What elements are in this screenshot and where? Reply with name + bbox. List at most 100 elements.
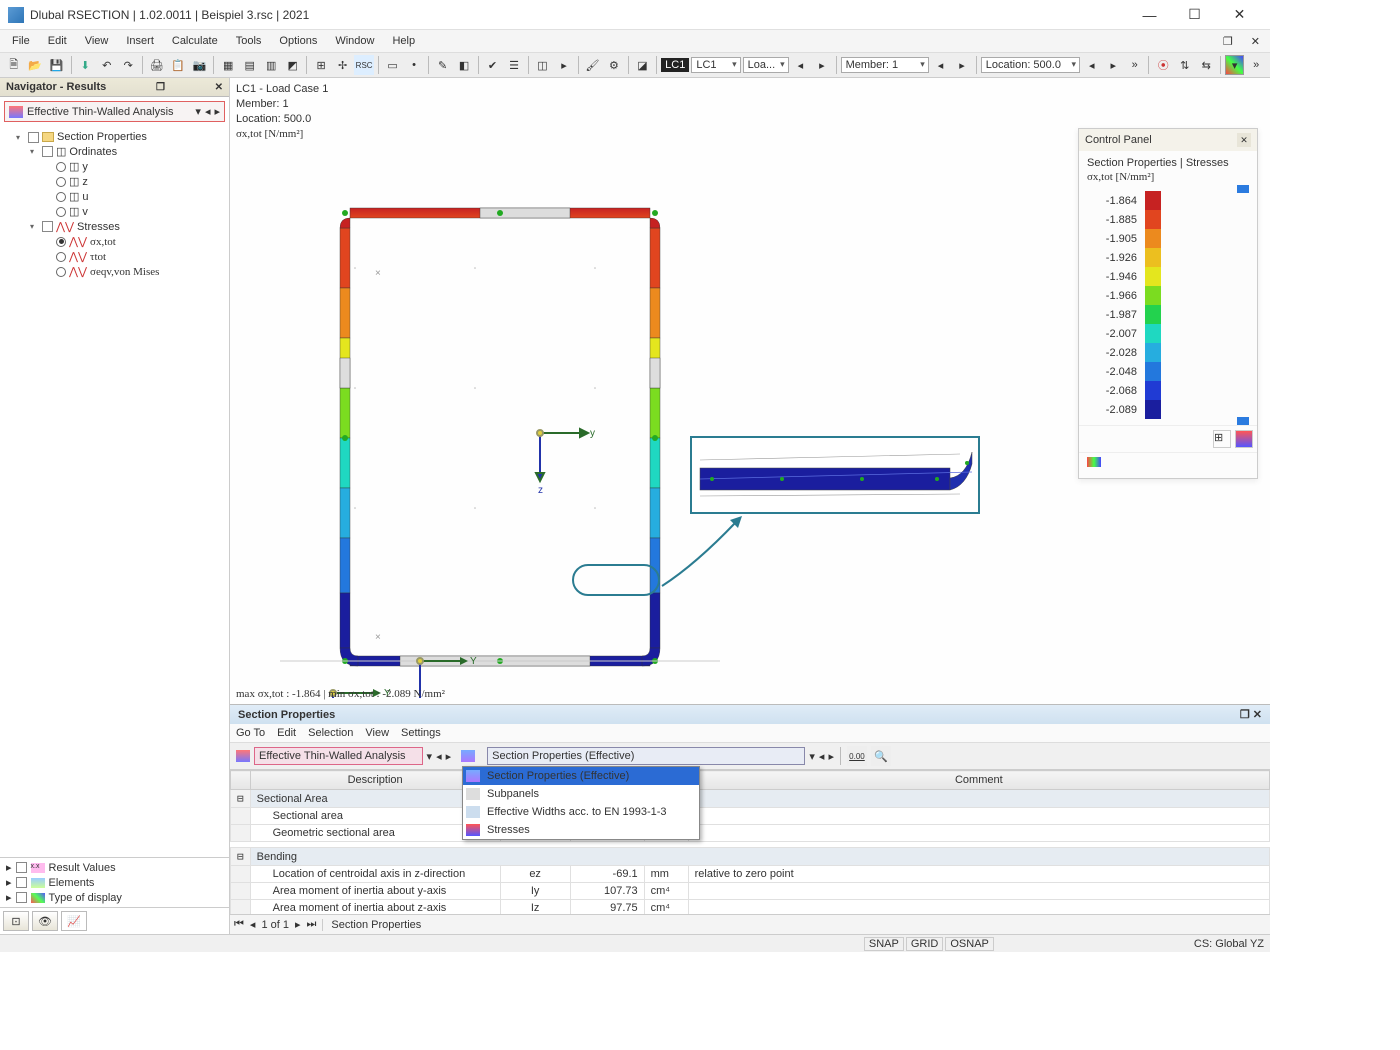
preview-icon[interactable]: 📋: [168, 55, 188, 75]
menu-help[interactable]: Help: [384, 33, 423, 49]
axis-icon[interactable]: ✢: [333, 55, 353, 75]
tree-elements[interactable]: ▸ Elements: [2, 875, 227, 890]
status-snap[interactable]: SNAP: [864, 937, 904, 951]
menu-edit[interactable]: Edit: [40, 33, 75, 49]
bp-filter-icon[interactable]: 🔍: [871, 746, 891, 766]
tree-stresses[interactable]: ⋀⋁Stresses: [30, 219, 227, 234]
tree-ordinates[interactable]: ◫Ordinates: [30, 144, 227, 159]
tree-sigma-vm[interactable]: ⋀⋁σeqv,von Mises: [44, 264, 227, 279]
prop-value[interactable]: 97.75: [570, 900, 644, 915]
bottom-close-icon[interactable]: ✕: [1253, 708, 1262, 721]
tree-ord-z[interactable]: ◫z: [44, 174, 227, 189]
selector-next-button[interactable]: ▸: [214, 105, 220, 118]
tree-sigma-xtot[interactable]: ⋀⋁σx,tot: [44, 234, 227, 249]
dd-item-subpanels[interactable]: Subpanels: [463, 785, 699, 803]
bp-menu-goto[interactable]: Go To: [236, 727, 265, 739]
toolbar-more-button[interactable]: »: [1246, 55, 1266, 75]
close-panel-icon[interactable]: ✕: [215, 82, 223, 93]
member-prev-button[interactable]: ◂: [931, 55, 951, 75]
selector-dropdown-icon[interactable]: ▾: [195, 105, 201, 118]
view2-icon[interactable]: ▤: [240, 55, 260, 75]
bp-menu-edit[interactable]: Edit: [277, 727, 296, 739]
results-icon[interactable]: ◪: [633, 55, 653, 75]
minimize-button[interactable]: —: [1127, 1, 1172, 29]
menu-file[interactable]: File: [4, 33, 38, 49]
chain-icon[interactable]: ⇅: [1175, 55, 1195, 75]
view1-icon[interactable]: ▦: [218, 55, 238, 75]
legend-min-marker[interactable]: [1237, 417, 1249, 425]
tag-icon[interactable]: ▸: [554, 55, 574, 75]
bp-sel2-next[interactable]: ▸: [828, 750, 834, 763]
status-grid[interactable]: GRID: [906, 937, 944, 951]
selector-prev-button[interactable]: ◂: [205, 105, 211, 118]
bp-decimal-icon[interactable]: 0.00: [847, 746, 867, 766]
element-icon[interactable]: ▭: [383, 55, 403, 75]
snapshot-icon[interactable]: 📷: [190, 55, 210, 75]
bp-analysis-select[interactable]: Effective Thin-Walled Analysis: [254, 747, 423, 765]
dd-item-effwidths[interactable]: Effective Widths acc. to EN 1993-1-3: [463, 803, 699, 821]
pager-next[interactable]: ▸: [295, 918, 301, 931]
loc-more-button[interactable]: »: [1125, 55, 1145, 75]
color-icon[interactable]: ◧: [454, 55, 474, 75]
palette-icon[interactable]: ▾: [1225, 55, 1245, 75]
col-comment[interactable]: Comment: [688, 771, 1269, 790]
menu-insert[interactable]: Insert: [118, 33, 162, 49]
loc-next-button[interactable]: ▸: [1103, 55, 1123, 75]
redo-icon[interactable]: ↷: [118, 55, 138, 75]
undo-icon[interactable]: ↶: [97, 55, 117, 75]
print-icon[interactable]: 🖨: [147, 55, 167, 75]
bp-menu-selection[interactable]: Selection: [308, 727, 353, 739]
dd-item-stresses[interactable]: Stresses: [463, 821, 699, 839]
nav-tab-3[interactable]: 📈: [61, 911, 87, 931]
close-doc-button[interactable]: ✕: [1243, 33, 1268, 50]
bottom-tab[interactable]: Section Properties: [322, 919, 421, 931]
wand-icon[interactable]: ✎: [433, 55, 453, 75]
grid-icon[interactable]: ⊞: [311, 55, 331, 75]
tree-section-properties[interactable]: Section Properties: [16, 130, 227, 144]
nav-tab-2[interactable]: 👁: [32, 911, 58, 931]
menu-view[interactable]: View: [77, 33, 117, 49]
close-button[interactable]: ✕: [1217, 1, 1262, 29]
menu-tools[interactable]: Tools: [228, 33, 270, 49]
cloud-icon[interactable]: ⬇: [75, 55, 95, 75]
bp-menu-view[interactable]: View: [365, 727, 389, 739]
rsc-icon[interactable]: RSC: [354, 55, 374, 75]
tree-result-values[interactable]: ▸ x.x Result Values: [2, 860, 227, 875]
group-toggle[interactable]: ⊟: [231, 848, 251, 866]
brush-icon[interactable]: 🖌: [583, 55, 603, 75]
group-toggle[interactable]: ⊟: [231, 790, 251, 808]
lc-prev-button[interactable]: ◂: [791, 55, 811, 75]
section-canvas[interactable]: LC1 - Load Case 1 Member: 1 Location: 50…: [230, 78, 1270, 704]
bars-icon[interactable]: ☰: [504, 55, 524, 75]
bp-sel1-prev[interactable]: ◂: [436, 750, 442, 763]
undock-icon[interactable]: ❐: [156, 82, 165, 93]
menu-options[interactable]: Options: [271, 33, 325, 49]
analysis-selector[interactable]: Effective Thin-Walled Analysis ▾ ◂ ▸: [4, 101, 225, 122]
member-next-button[interactable]: ▸: [952, 55, 972, 75]
pager-prev[interactable]: ◂: [250, 918, 256, 931]
control-panel-close-icon[interactable]: ✕: [1237, 133, 1251, 147]
bp-sel1-next[interactable]: ▸: [446, 750, 452, 763]
bp-menu-settings[interactable]: Settings: [401, 727, 441, 739]
tree-ord-u[interactable]: ◫u: [44, 189, 227, 204]
maximize-button[interactable]: ☐: [1172, 1, 1217, 29]
new-icon[interactable]: 🗎: [4, 55, 24, 75]
lc-select[interactable]: Loa...: [743, 57, 789, 73]
tree-display-type[interactable]: ▸ Type of display: [2, 890, 227, 905]
chain2-icon[interactable]: ⇆: [1196, 55, 1216, 75]
tree-tau-tot[interactable]: ⋀⋁τtot: [44, 249, 227, 264]
target-icon[interactable]: ⦿: [1153, 55, 1173, 75]
view3-icon[interactable]: ▥: [261, 55, 281, 75]
panel-scale-icon[interactable]: [1235, 430, 1253, 448]
pager-last[interactable]: ⏭: [307, 918, 317, 931]
gear-icon[interactable]: ⚙: [604, 55, 624, 75]
restore-doc-button[interactable]: ❐: [1215, 33, 1241, 50]
location-select[interactable]: Location: 500.0: [981, 57, 1080, 73]
lc-next-button[interactable]: ▸: [812, 55, 832, 75]
legend-max-marker[interactable]: [1237, 185, 1249, 193]
dd-item-effective[interactable]: Section Properties (Effective): [463, 767, 699, 785]
tree-ord-y[interactable]: ◫y: [44, 159, 227, 174]
menu-window[interactable]: Window: [327, 33, 382, 49]
menu-calculate[interactable]: Calculate: [164, 33, 226, 49]
save-icon[interactable]: 💾: [47, 55, 67, 75]
